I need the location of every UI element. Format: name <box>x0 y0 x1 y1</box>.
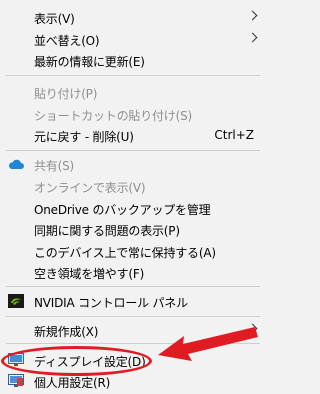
personalize-icon <box>8 374 24 387</box>
menu-item-label: 最新の情報に更新(E) <box>34 55 145 69</box>
menu-item-label: 表示(V) <box>34 12 75 26</box>
menu-item-share[interactable]: 共有(S) <box>0 153 266 176</box>
menu-item-label: 共有(S) <box>34 159 74 173</box>
menu-item-view-online[interactable]: オンラインで表示(V) <box>0 175 266 198</box>
menu-separator <box>6 316 260 317</box>
menu-item-label: 空き領域を増やす(F) <box>34 267 145 281</box>
chevron-right-icon <box>247 32 258 43</box>
menu-item-view[interactable]: 表示(V) <box>0 6 266 29</box>
menu-item-undo-delete[interactable]: 元に戻す - 削除(U) Ctrl+Z <box>0 124 266 147</box>
highlight-ellipse <box>1 346 152 376</box>
cloud-icon <box>8 159 24 169</box>
nvidia-icon <box>8 294 24 308</box>
menu-item-paste[interactable]: 貼り付け(P) <box>0 81 266 104</box>
menu-item-label: NVIDIA コントロール パネル <box>34 296 188 310</box>
chevron-right-icon <box>247 10 258 21</box>
menu-item-sort-by[interactable]: 並べ替え(O) <box>0 28 266 51</box>
menu-item-label: オンラインで表示(V) <box>34 181 146 195</box>
menu-item-label: OneDrive のバックアップを管理 <box>34 203 211 217</box>
menu-item-refresh[interactable]: 最新の情報に更新(E) <box>0 49 266 72</box>
menu-separator <box>6 75 260 76</box>
menu-item-label: 同期に関する問題の表示(P) <box>34 224 180 238</box>
menu-item-keep-on-device[interactable]: このデバイス上で常に保持する(A) <box>0 240 266 263</box>
menu-separator <box>6 150 260 151</box>
menu-item-label: 貼り付け(P) <box>34 87 98 101</box>
menu-item-label: 個人用設定(R) <box>34 376 111 390</box>
menu-item-onedrive-backup[interactable]: OneDrive のバックアップを管理 <box>0 197 266 220</box>
menu-item-label: 新規作成(X) <box>34 325 99 339</box>
menu-item-nvidia-control-panel[interactable]: NVIDIA コントロール パネル <box>0 290 266 313</box>
menu-item-label: ショートカットの貼り付け(S) <box>34 109 192 123</box>
arrow-annotation <box>158 327 258 361</box>
menu-item-label: 元に戻す - 削除(U) <box>34 130 134 144</box>
menu-item-paste-shortcut[interactable]: ショートカットの貼り付け(S) <box>0 103 266 126</box>
menu-item-label: 並べ替え(O) <box>34 34 100 48</box>
menu-item-label: このデバイス上で常に保持する(A) <box>34 246 216 260</box>
menu-item-free-up-space[interactable]: 空き領域を増やす(F) <box>0 261 266 284</box>
shortcut-key: Ctrl+Z <box>214 128 254 142</box>
menu-item-sync-issues[interactable]: 同期に関する問題の表示(P) <box>0 218 266 241</box>
menu-separator <box>6 286 260 287</box>
